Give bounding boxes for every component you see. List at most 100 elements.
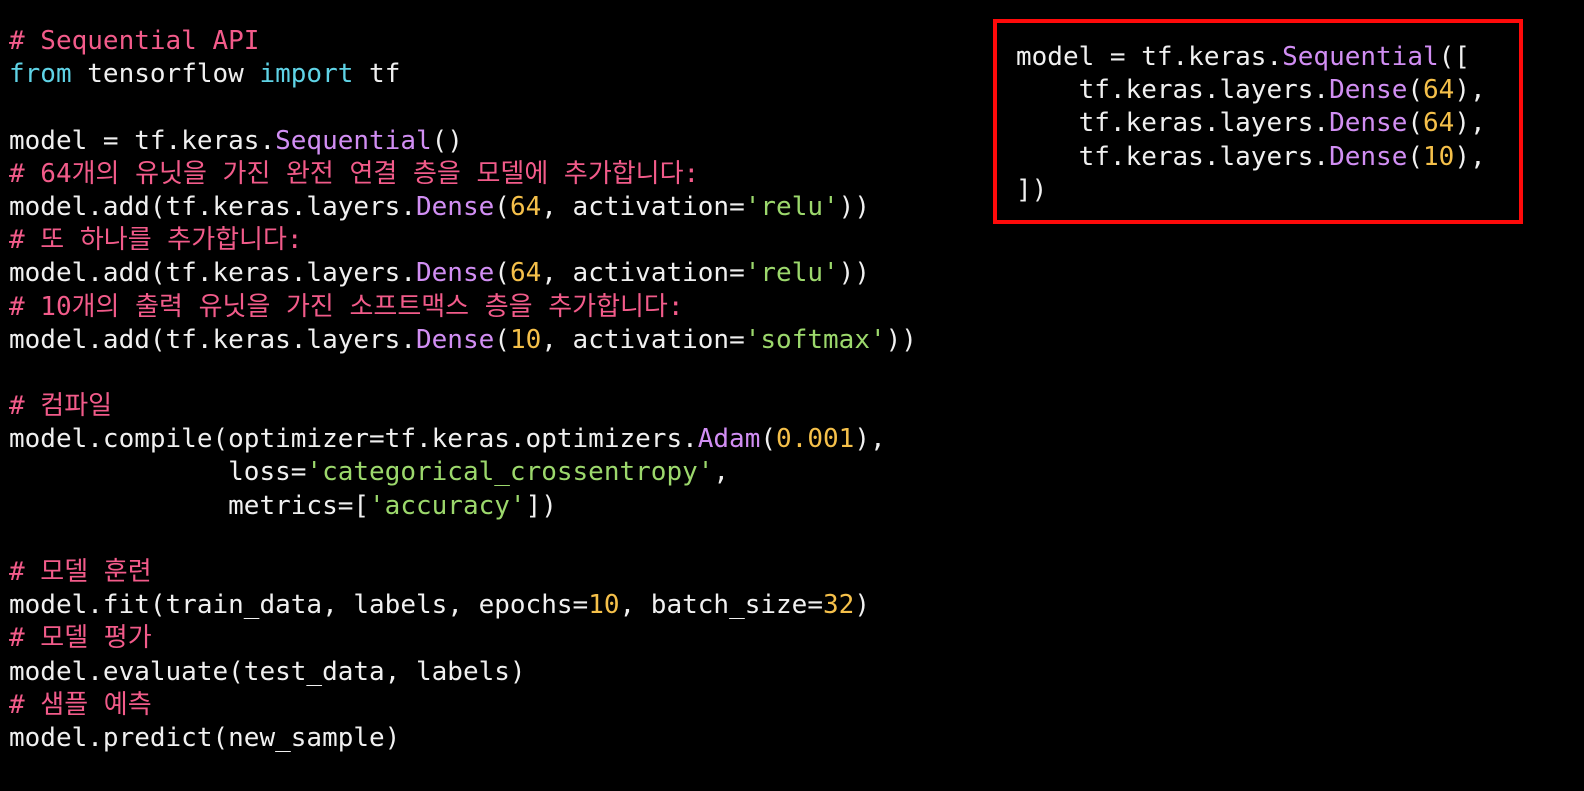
code-token-plain: ), bbox=[1454, 108, 1486, 139]
code-token-cls: Dense bbox=[1329, 108, 1408, 139]
code-token-plain: , activation= bbox=[541, 191, 745, 222]
code-token-cls: Dense bbox=[416, 191, 495, 222]
code-token-kw: from bbox=[9, 59, 72, 90]
code-line: model = tf.keras.Sequential([ bbox=[1016, 41, 1486, 74]
code-line: model = tf.keras.Sequential() bbox=[9, 125, 917, 158]
code-token-comment: # Sequential API bbox=[9, 26, 260, 56]
code-token-cls: Dense bbox=[1329, 141, 1408, 172]
code-token-plain: )) bbox=[838, 191, 870, 222]
code-token-plain: tf.keras.layers. bbox=[1016, 141, 1330, 172]
code-token-plain: ), bbox=[1454, 75, 1486, 106]
code-token-plain: model.add(tf.keras.layers. bbox=[9, 324, 416, 355]
code-line: model.evaluate(test_data, labels) bbox=[9, 656, 917, 689]
code-line: model.predict(new_sample) bbox=[9, 722, 917, 755]
code-line: model.compile(optimizer=tf.keras.optimiz… bbox=[9, 423, 917, 456]
code-line: tf.keras.layers.Dense(64), bbox=[1016, 74, 1486, 107]
main-code-block: # Sequential API from tensorflow import t… bbox=[9, 25, 917, 755]
code-token-cls: Dense bbox=[416, 258, 495, 289]
code-token-plain: , activation= bbox=[541, 258, 745, 289]
code-token-comment: # 모델 평가 bbox=[9, 623, 152, 654]
code-line: tf.keras.layers.Dense(10), bbox=[1016, 141, 1486, 174]
code-token-plain: ( bbox=[760, 424, 777, 455]
code-token-cls: Dense bbox=[1329, 75, 1408, 106]
code-token-num: 10 bbox=[588, 590, 620, 621]
code-line: # 64개의 유닛을 가진 완전 연결 층을 모델에 추가합니다: bbox=[9, 158, 917, 191]
code-line: loss='categorical_crossentropy', bbox=[9, 456, 917, 489]
code-token-plain: ), bbox=[854, 424, 886, 455]
code-token-plain: model.fit(train_data, labels, epochs= bbox=[9, 590, 589, 621]
code-line: # 샘플 예측 bbox=[9, 689, 917, 722]
code-token-num: 64 bbox=[509, 258, 542, 289]
code-token-cls: Adam bbox=[697, 424, 761, 455]
code-token-num: 64 bbox=[1423, 108, 1455, 139]
code-token-plain: , batch_size= bbox=[619, 590, 824, 621]
code-token-plain: ( bbox=[1407, 75, 1424, 106]
code-token-plain: ) bbox=[854, 590, 870, 621]
code-token-comment: # 또 하나를 추가합니다: bbox=[9, 225, 303, 256]
code-token-plain: ]) bbox=[1016, 174, 1048, 205]
code-token-kw: import bbox=[259, 59, 354, 90]
code-token-plain: ( bbox=[1407, 141, 1424, 172]
code-token-plain: )) bbox=[885, 324, 917, 355]
code-token-num: 10 bbox=[509, 324, 542, 355]
code-token-plain: ( bbox=[494, 324, 510, 355]
code-token-comment: # 64개의 유닛을 가진 완전 연결 층을 모델에 추가합니다: bbox=[9, 158, 700, 189]
code-token-plain: tf bbox=[353, 59, 401, 90]
code-token-plain: )) bbox=[838, 258, 870, 289]
code-line: # 모델 평가 bbox=[9, 622, 917, 655]
code-line: model.add(tf.keras.layers.Dense(64, acti… bbox=[9, 257, 917, 290]
code-token-num: 64 bbox=[509, 191, 542, 222]
code-line: metrics=['accuracy']) bbox=[9, 490, 917, 523]
code-token-str: 'relu' bbox=[744, 258, 839, 289]
code-line: # 모델 훈련 bbox=[9, 556, 917, 589]
code-token-plain: tensorflow bbox=[71, 59, 260, 90]
highlighted-code-block: model = tf.keras.Sequential([ tf.keras.l… bbox=[1016, 41, 1486, 207]
code-token-comment: # 컴파일 bbox=[9, 391, 113, 422]
code-token-plain: ( bbox=[1407, 108, 1424, 139]
code-token-plain: () bbox=[431, 125, 463, 156]
code-token-cls: Sequential bbox=[1282, 42, 1439, 72]
code-token-plain: tf.keras.layers. bbox=[1016, 75, 1330, 106]
code-token-plain: model = tf.keras. bbox=[1016, 42, 1283, 72]
code-line: from tensorflow import tf bbox=[9, 58, 917, 91]
code-token-cls: Dense bbox=[416, 324, 495, 355]
code-token-cls: Sequential bbox=[275, 125, 432, 156]
code-token-str: 'softmax' bbox=[744, 324, 886, 355]
code-line: # 컴파일 bbox=[9, 390, 917, 423]
code-token-plain: , activation= bbox=[541, 324, 745, 355]
code-line: # Sequential API bbox=[9, 25, 917, 58]
code-token-plain: ), bbox=[1454, 141, 1486, 172]
code-token-comment: # 10개의 출력 유닛을 가진 소프트맥스 층을 추가합니다: bbox=[9, 291, 684, 322]
code-token-plain: model.add(tf.keras.layers. bbox=[9, 258, 416, 289]
code-token-str: 'relu' bbox=[744, 191, 839, 222]
code-line: # 또 하나를 추가합니다: bbox=[9, 224, 917, 257]
code-line: tf.keras.layers.Dense(64), bbox=[1016, 107, 1486, 140]
code-line: model.add(tf.keras.layers.Dense(10, acti… bbox=[9, 324, 917, 357]
code-token-num: 10 bbox=[1423, 141, 1455, 172]
code-token-plain: model.add(tf.keras.layers. bbox=[9, 191, 416, 222]
code-token-str: 'categorical_crossentropy' bbox=[306, 457, 714, 488]
code-token-str: 'accuracy' bbox=[369, 490, 526, 521]
code-token-num: 0.001 bbox=[776, 424, 855, 455]
code-token-plain: ( bbox=[494, 258, 510, 289]
code-token-num: 32 bbox=[823, 590, 855, 621]
code-token-plain: model.compile(optimizer=tf.keras.optimiz… bbox=[9, 424, 698, 455]
code-token-comment: # 모델 훈련 bbox=[9, 557, 152, 587]
code-token-comment: # 샘플 예측 bbox=[9, 689, 152, 720]
code-token-plain: ]) bbox=[525, 490, 557, 521]
code-token-plain: model = tf.keras. bbox=[9, 125, 276, 156]
code-token-plain: metrics=[ bbox=[9, 490, 370, 521]
code-token-plain: model.evaluate(test_data, labels) bbox=[9, 656, 526, 687]
code-token-plain: loss= bbox=[9, 457, 307, 488]
code-token-plain: ([ bbox=[1438, 42, 1470, 72]
code-line: # 10개의 출력 유닛을 가진 소프트맥스 층을 추가합니다: bbox=[9, 291, 917, 324]
code-line: model.add(tf.keras.layers.Dense(64, acti… bbox=[9, 191, 917, 224]
code-token-num: 64 bbox=[1423, 75, 1455, 106]
code-token-plain: ( bbox=[494, 191, 510, 222]
code-token-plain: model.predict(new_sample) bbox=[9, 722, 401, 753]
code-token-plain: tf.keras.layers. bbox=[1016, 108, 1330, 139]
code-line: ]) bbox=[1016, 174, 1486, 207]
